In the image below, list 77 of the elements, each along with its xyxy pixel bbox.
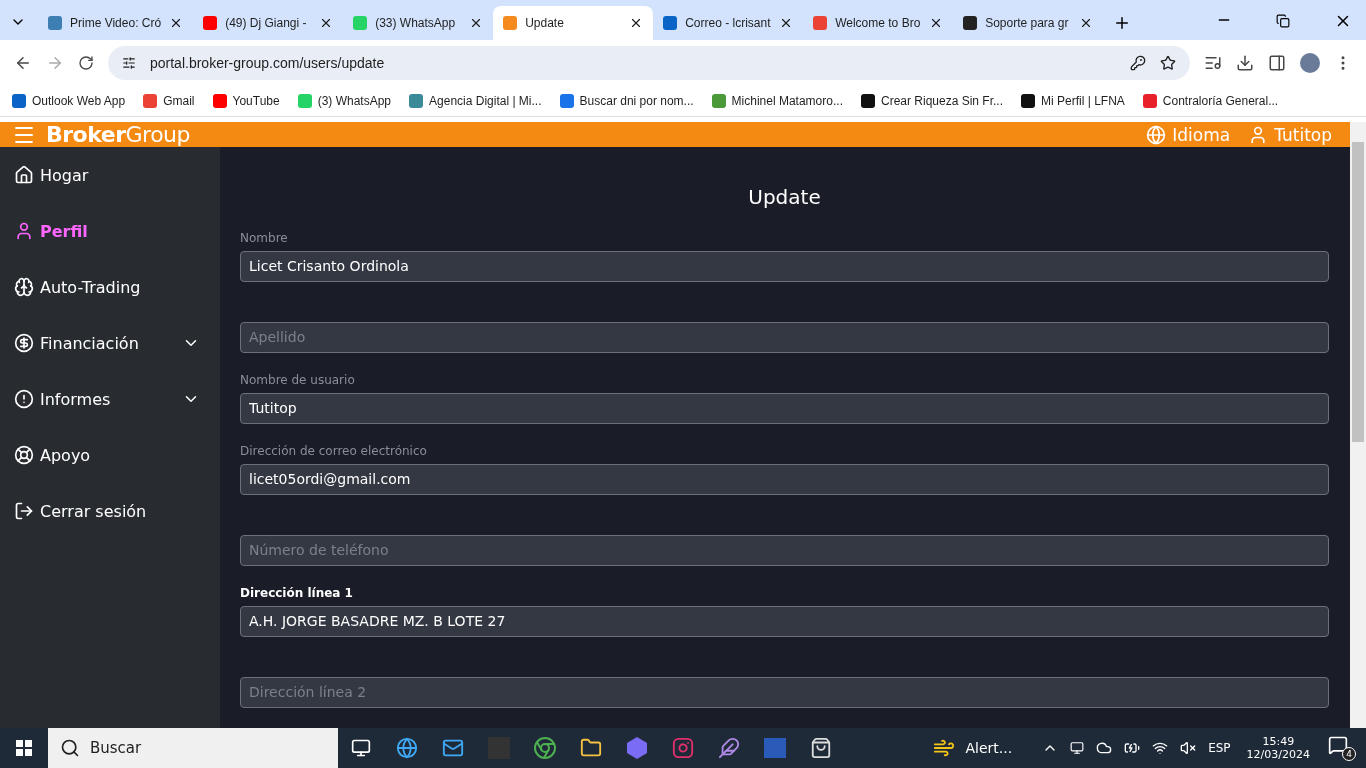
key-icon[interactable]	[1130, 55, 1146, 71]
browser-tab[interactable]: Correo - lcrisant	[653, 6, 804, 40]
site-settings-icon[interactable]	[122, 56, 136, 70]
sidebar-item[interactable]: Apoyo	[0, 441, 220, 469]
sidebar-item[interactable]: Auto-Trading	[0, 273, 220, 301]
address-bar[interactable]: portal.broker-group.com/users/update	[108, 46, 1190, 80]
input-field[interactable]: Número de teléfono	[240, 534, 1329, 567]
bookmark[interactable]: Agencia Digital | Mi...	[409, 94, 542, 108]
feather-icon[interactable]	[718, 737, 740, 759]
restore-icon[interactable]	[1276, 14, 1290, 28]
field-label: Dirección línea 1	[240, 586, 354, 602]
cloud-icon[interactable]	[1096, 740, 1113, 756]
sidebar-item[interactable]: Cerrar sesión	[0, 497, 220, 525]
mail-icon[interactable]	[442, 737, 464, 759]
bookmark[interactable]: YouTube	[212, 94, 280, 108]
wifi-icon[interactable]	[1152, 740, 1169, 756]
user-icon	[14, 221, 34, 241]
globe-icon	[1146, 124, 1167, 145]
input-field[interactable]: A.H. JORGE BASADRE MZ. B LOTE 27	[240, 605, 1329, 638]
side-panel-icon[interactable]	[1268, 54, 1286, 72]
lifebuoy-icon	[14, 445, 34, 465]
browser-tab[interactable]: Soporte para gr	[953, 6, 1104, 40]
count-badge: 4	[1342, 747, 1356, 761]
reload-icon[interactable]	[78, 55, 94, 71]
clock[interactable]: 15:49 12/03/2024	[1246, 735, 1310, 761]
sidebar-item[interactable]: Financiación	[0, 329, 220, 357]
star-icon[interactable]	[1160, 55, 1176, 71]
home-icon	[14, 165, 34, 185]
bookmark[interactable]: Buscar dni por nom...	[559, 94, 694, 108]
media-icon[interactable]	[1204, 54, 1222, 72]
bookmark[interactable]: Mi Perfil | LFNA	[1021, 94, 1125, 108]
scroll-thumb[interactable]	[1352, 142, 1364, 442]
bookmark[interactable]: Contraloría General...	[1142, 94, 1279, 108]
battery-icon[interactable]	[1124, 740, 1141, 756]
alert-icon	[14, 389, 34, 409]
browser-tab[interactable]: Prime Video: Cró	[38, 6, 194, 40]
language-indicator[interactable]: ESP	[1208, 741, 1231, 755]
bookmark[interactable]: Crear Riqueza Sin Fr...	[860, 94, 1003, 108]
bookmark[interactable]: (3) WhatsApp	[297, 94, 392, 108]
store-icon[interactable]	[810, 737, 832, 759]
bookmark[interactable]: Michinel Matamoro...	[711, 94, 843, 108]
download-icon[interactable]	[1236, 54, 1254, 72]
back-icon[interactable]	[14, 54, 32, 72]
input-field[interactable]: Apellido	[240, 321, 1329, 353]
bookmark[interactable]: Gmail	[143, 94, 195, 108]
browser-tab[interactable]: (33) WhatsApp	[343, 6, 494, 40]
browser-tab[interactable]: Welcome to Bro	[803, 6, 954, 40]
sidebar-item[interactable]: Informes	[0, 385, 220, 413]
url-text: portal.broker-group.com/users/update	[150, 55, 386, 71]
folder-icon[interactable]	[580, 737, 602, 759]
weather-text[interactable]: Alert...	[965, 740, 1013, 756]
search-icon	[60, 738, 80, 758]
browser-tab[interactable]: Update	[493, 6, 654, 40]
sidebar-item[interactable]: Perfil	[0, 217, 220, 245]
input-field[interactable]: licet05ordi@gmail.com	[240, 463, 1329, 496]
bookmark[interactable]: Outlook Web App	[12, 94, 126, 108]
browser-icon[interactable]	[396, 737, 418, 759]
windows-icon[interactable]	[16, 740, 32, 756]
task-view-icon[interactable]	[351, 738, 371, 758]
page-title: Update	[747, 185, 822, 209]
mute-icon[interactable]	[1180, 740, 1197, 756]
sidebar-item[interactable]: Hogar	[0, 161, 220, 189]
chrome-icon[interactable]	[533, 736, 557, 760]
input-field[interactable]: Tutitop	[240, 392, 1329, 425]
input-field[interactable]: Licet Crisanto Ordinola	[240, 250, 1329, 283]
wind-icon[interactable]	[933, 737, 956, 759]
taskbar-search[interactable]: Buscar	[48, 728, 338, 768]
scrollbar[interactable]	[1350, 122, 1366, 728]
field-label: Dirección de correo electrónico	[240, 444, 428, 460]
field-label: Nombre de usuario	[240, 373, 356, 389]
avatar[interactable]	[1300, 53, 1320, 73]
hexagon-icon[interactable]	[627, 737, 647, 759]
input-field[interactable]: Dirección línea 2	[240, 676, 1329, 709]
field-label: Nombre	[240, 231, 289, 247]
logo: BrokerGroup	[46, 122, 191, 147]
logout-icon	[14, 501, 34, 521]
browser-tab[interactable]: (49) Dj Giangi -	[193, 6, 344, 40]
